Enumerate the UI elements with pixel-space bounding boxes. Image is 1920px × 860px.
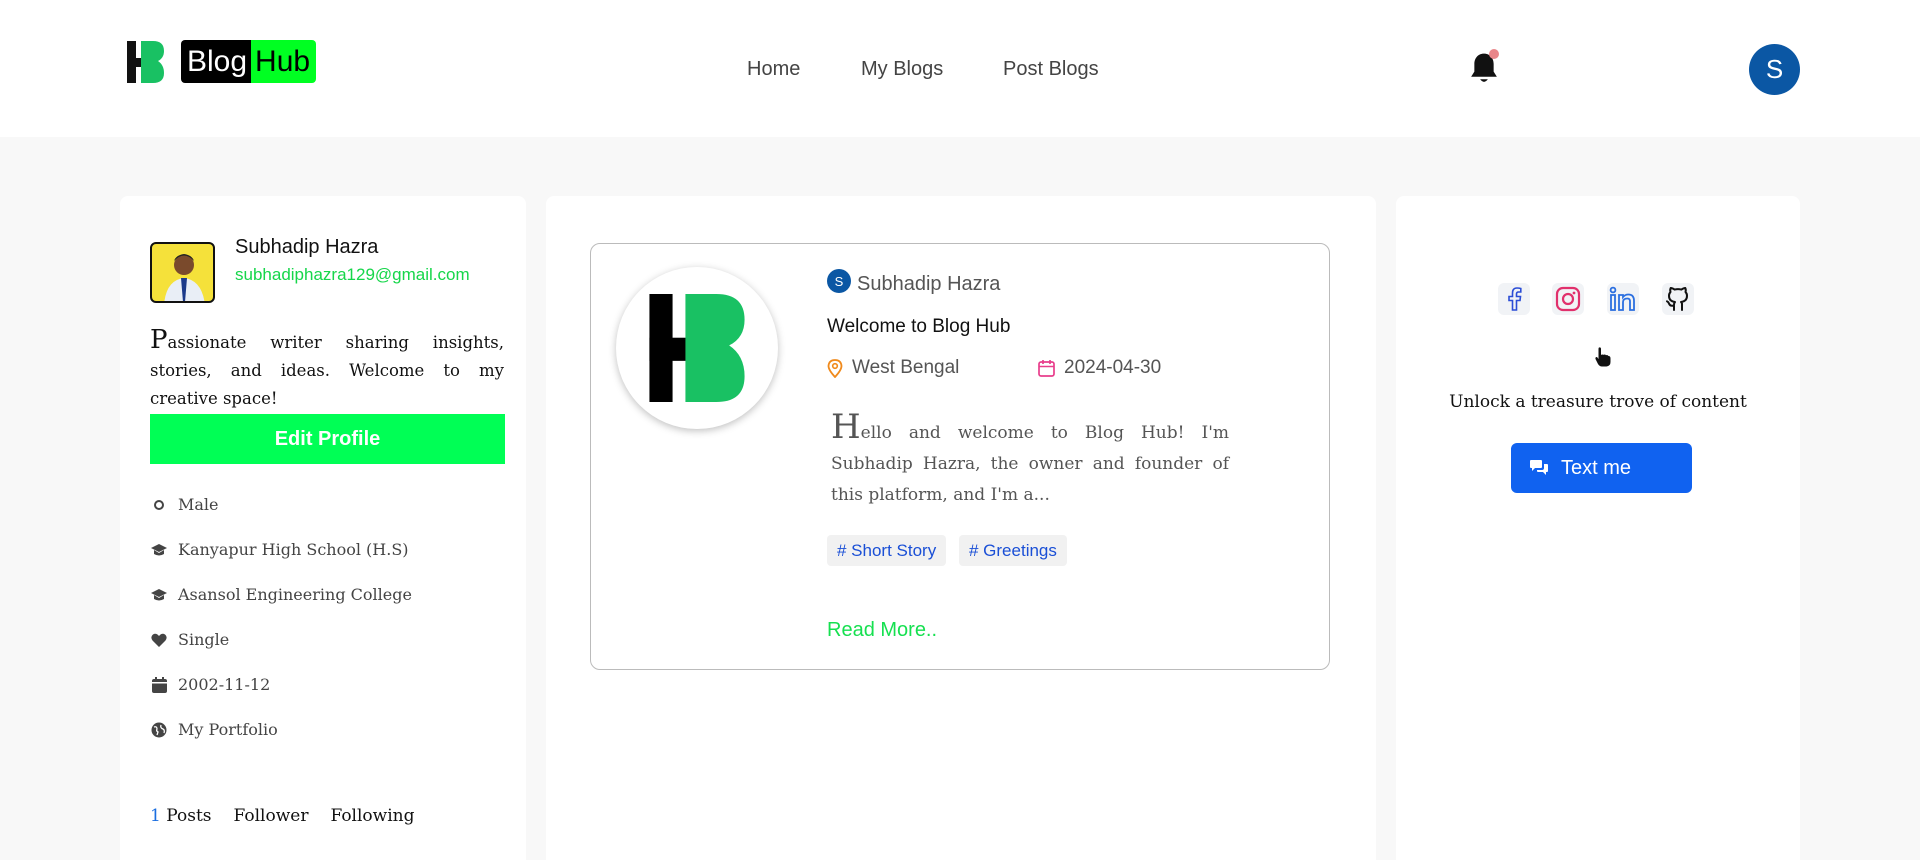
post-excerpt: Hello and welcome to Blog Hub! I'm Subha… bbox=[831, 407, 1229, 505]
nav-post-blogs[interactable]: Post Blogs bbox=[1003, 58, 1099, 81]
profile-stats: 1 Posts Follower Following bbox=[150, 806, 414, 826]
graduation-cap-icon bbox=[150, 586, 168, 604]
stat-follower[interactable]: Follower bbox=[234, 806, 309, 826]
top-navbar: Blog Hub Home My Blogs Post Blogs S bbox=[0, 0, 1920, 137]
info-birthdate-text: 2002-11-12 bbox=[178, 675, 271, 694]
contact-panel: Unlock a treasure trove of content Text … bbox=[1396, 196, 1800, 860]
profile-panel: Subhadip Hazra subhadiphazra129@gmail.co… bbox=[120, 196, 526, 860]
globe-icon bbox=[150, 721, 168, 739]
facebook-icon[interactable] bbox=[1498, 283, 1530, 315]
circle-icon bbox=[150, 496, 168, 514]
graduation-cap-icon bbox=[150, 541, 168, 559]
portfolio-link[interactable]: My Portfolio bbox=[178, 720, 278, 739]
author-avatar: S bbox=[827, 269, 851, 293]
author-name[interactable]: Subhadip Hazra bbox=[857, 273, 1000, 296]
info-school: Kanyapur High School (H.S) bbox=[150, 540, 409, 559]
location-pin-icon bbox=[827, 358, 843, 378]
profile-email[interactable]: subhadiphazra129@gmail.com bbox=[235, 265, 470, 285]
text-me-label: Text me bbox=[1561, 456, 1632, 479]
post-date-text: 2024-04-30 bbox=[1064, 357, 1162, 378]
logo-wordmark[interactable]: Blog Hub bbox=[181, 40, 317, 83]
posts-count: 1 bbox=[150, 806, 161, 826]
notification-dot bbox=[1489, 49, 1499, 59]
stat-posts[interactable]: 1 Posts bbox=[150, 806, 212, 826]
tag-greetings[interactable]: # Greetings bbox=[959, 535, 1067, 566]
logo-blog-text: Blog bbox=[181, 40, 252, 83]
info-birthdate: 2002-11-12 bbox=[150, 675, 270, 694]
instagram-icon[interactable] bbox=[1552, 283, 1584, 315]
logo-hub-text: Hub bbox=[251, 40, 317, 83]
post-location-text: West Bengal bbox=[852, 357, 960, 378]
info-relationship: Single bbox=[150, 630, 229, 649]
user-avatar-button[interactable]: S bbox=[1749, 44, 1800, 95]
post-date: 2024-04-30 bbox=[1038, 357, 1161, 379]
hand-pointer-icon bbox=[1595, 347, 1611, 367]
tag-short-story[interactable]: # Short Story bbox=[827, 535, 947, 566]
text-me-button[interactable]: Text me bbox=[1511, 443, 1692, 493]
nav-home[interactable]: Home bbox=[747, 58, 800, 81]
heart-icon bbox=[150, 631, 168, 649]
blog-post-card[interactable]: S Subhadip Hazra Welcome to Blog Hub Wes… bbox=[590, 243, 1330, 670]
read-more-link[interactable]: Read More.. bbox=[827, 619, 937, 642]
info-college: Asansol Engineering College bbox=[150, 585, 412, 604]
calendar-icon bbox=[1038, 360, 1055, 377]
info-relationship-text: Single bbox=[178, 630, 230, 649]
post-thumbnail bbox=[616, 267, 778, 429]
profile-name: Subhadip Hazra bbox=[235, 236, 379, 258]
unlock-content-text: Unlock a treasure trove of content bbox=[1449, 392, 1747, 412]
info-portfolio[interactable]: My Portfolio bbox=[150, 720, 278, 739]
chat-bubbles-icon bbox=[1530, 460, 1548, 475]
blog-feed-panel: S Subhadip Hazra Welcome to Blog Hub Wes… bbox=[546, 196, 1376, 860]
profile-avatar bbox=[150, 242, 215, 303]
info-gender: Male bbox=[150, 495, 219, 514]
blog-hub-logo-icon[interactable] bbox=[127, 41, 164, 83]
github-icon[interactable] bbox=[1662, 283, 1694, 315]
posts-label: Posts bbox=[166, 806, 212, 826]
profile-bio: Passionate writer sharing insights, stor… bbox=[150, 325, 504, 408]
edit-profile-button[interactable]: Edit Profile bbox=[150, 414, 505, 464]
linkedin-icon[interactable] bbox=[1607, 283, 1639, 315]
post-location: West Bengal bbox=[827, 357, 959, 379]
info-gender-text: Male bbox=[178, 495, 219, 514]
info-school-text: Kanyapur High School (H.S) bbox=[178, 540, 409, 559]
post-title[interactable]: Welcome to Blog Hub bbox=[827, 316, 1010, 338]
calendar-icon bbox=[150, 676, 168, 694]
stat-following[interactable]: Following bbox=[330, 806, 414, 826]
blog-hub-logo-icon bbox=[649, 294, 745, 402]
info-college-text: Asansol Engineering College bbox=[178, 585, 412, 604]
nav-my-blogs[interactable]: My Blogs bbox=[861, 58, 943, 81]
